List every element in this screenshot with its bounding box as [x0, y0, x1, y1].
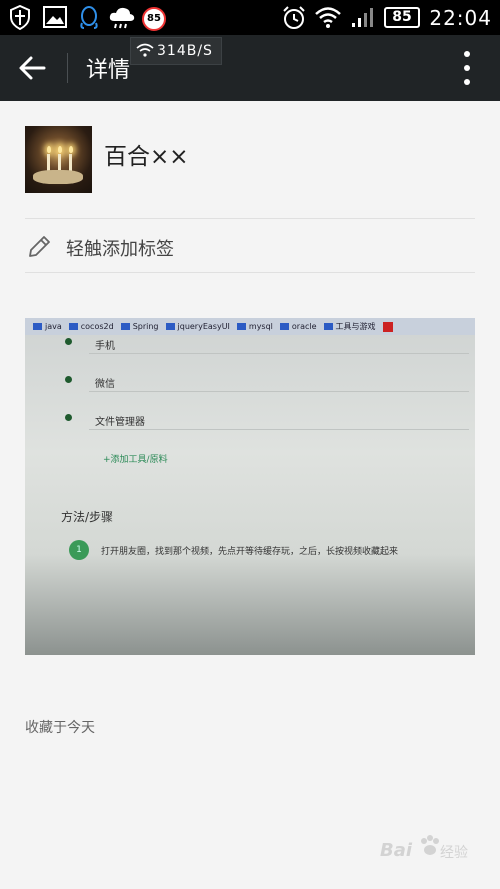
pencil-icon	[29, 236, 50, 257]
list-item: 微信	[89, 372, 469, 392]
baidu-watermark: Bai 经验	[380, 832, 480, 872]
qq-icon	[80, 6, 98, 29]
more-dot-icon	[464, 79, 470, 85]
battery-indicator: 85	[384, 7, 420, 28]
clock: 22:04	[429, 6, 492, 30]
browser-bookmark-bar: java cocos2d Spring jqueryEasyUI mysql o…	[25, 318, 475, 335]
collected-date: 收藏于今天	[25, 720, 95, 736]
signal-icon	[352, 8, 373, 27]
bookmark-item: java	[33, 322, 62, 331]
list-bullet	[65, 338, 72, 345]
network-speed-overlay: 314B/S	[130, 37, 222, 65]
list-bullet	[65, 414, 72, 421]
watermark-text: Bai	[380, 840, 413, 861]
notification-badge: 85	[142, 7, 166, 31]
method-heading: 方法/步骤	[61, 510, 114, 524]
wifi-icon	[136, 43, 154, 57]
image-icon	[43, 6, 67, 28]
add-tool-link: +添加工具/原料	[103, 455, 168, 465]
weather-cloud-icon	[109, 7, 135, 29]
divider	[25, 218, 475, 219]
more-dot-icon	[464, 51, 470, 57]
bookmark-item: oracle	[279, 322, 317, 331]
list-item: 手机	[89, 334, 469, 354]
app-bar: 详情 314B/S	[0, 35, 500, 101]
avatar[interactable]	[25, 126, 92, 193]
bookmark-item: 工具与游戏	[323, 321, 376, 332]
paw-icon	[421, 835, 439, 855]
alarm-icon	[283, 6, 305, 29]
status-bar: 85 85 22:04	[0, 0, 500, 35]
step-number-badge: 1	[69, 540, 89, 560]
user-name[interactable]: 百合××	[104, 137, 189, 171]
watermark-subtext: 经验	[440, 845, 468, 861]
shield-icon	[10, 5, 30, 30]
bookmark-item: Spring	[120, 322, 159, 331]
collected-photo[interactable]: java cocos2d Spring jqueryEasyUI mysql o…	[25, 318, 475, 655]
bookmark-item: mysql	[236, 322, 273, 331]
network-speed-value: 314B/S	[157, 43, 213, 59]
add-tag-label: 轻触添加标签	[66, 239, 174, 260]
page-title: 详情	[86, 58, 131, 83]
add-tag-button[interactable]: 轻触添加标签	[25, 232, 475, 262]
list-bullet	[65, 376, 72, 383]
bookmark-item	[382, 321, 393, 332]
candle	[69, 154, 72, 172]
divider	[25, 272, 475, 273]
bookmark-item: jqueryEasyUI	[165, 322, 230, 331]
candle-flame	[69, 146, 73, 153]
step-text: 打开朋友圈，找到那个视频，先点开等待缓存玩，之后，长按视频收藏起来	[101, 547, 399, 557]
wifi-icon	[315, 7, 341, 28]
more-options-button[interactable]	[464, 51, 472, 85]
candle-flame	[47, 146, 51, 153]
divider	[67, 53, 68, 83]
arrow-left-icon	[19, 56, 46, 80]
cake	[33, 170, 83, 184]
list-item: 文件管理器	[89, 410, 469, 430]
more-dot-icon	[464, 65, 470, 71]
candle-flame	[58, 146, 62, 153]
back-button[interactable]	[14, 52, 50, 84]
bookmark-item: cocos2d	[68, 322, 114, 331]
